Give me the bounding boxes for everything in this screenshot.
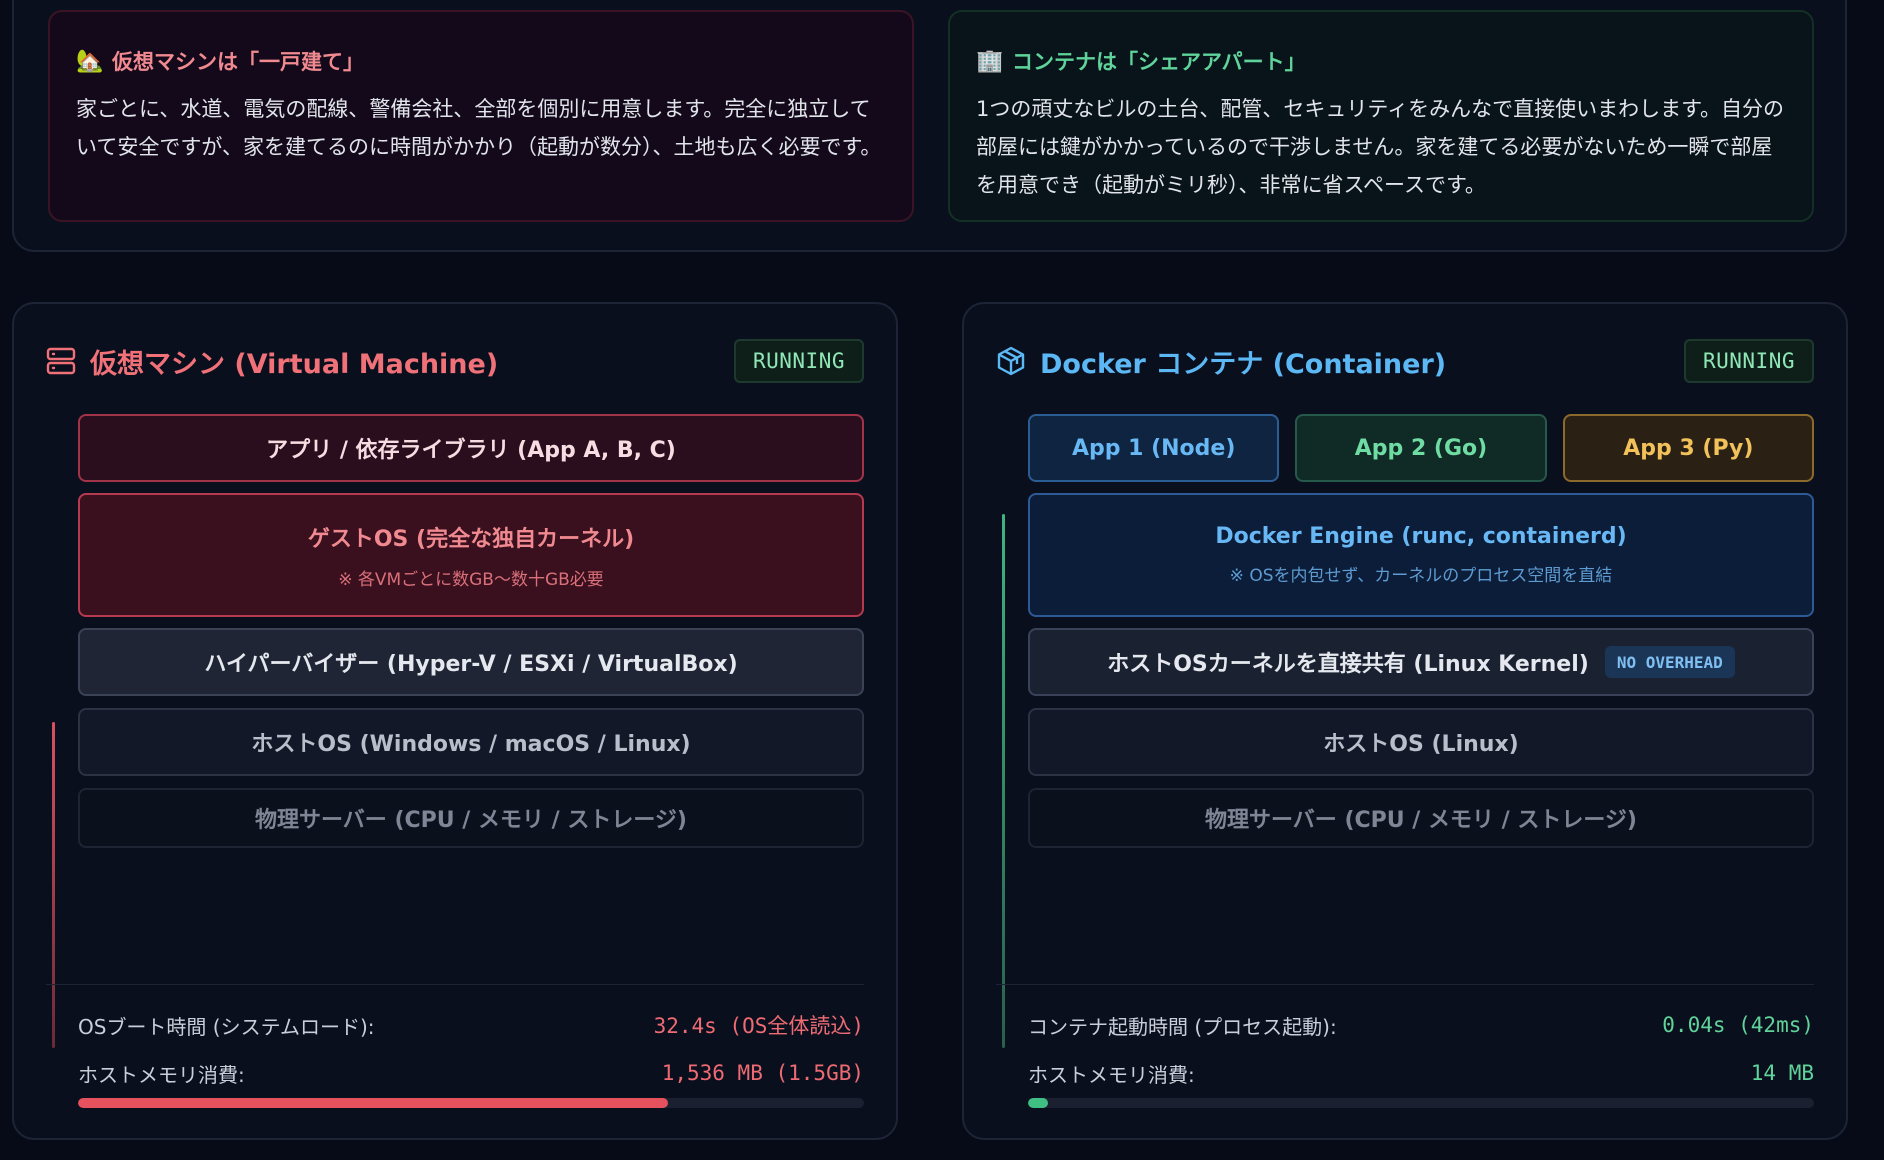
- analogy-container-card: 🏢 コンテナは「シェアアパート」 1つの頑丈なビルの土台、配管、セキュリティをみ…: [948, 10, 1814, 222]
- analogy-container-title: コンテナは「シェアアパート」: [1012, 50, 1306, 74]
- house-icon: 🏡: [76, 48, 104, 74]
- container-app-node: App 1 (Node): [1028, 414, 1280, 482]
- vm-status-badge: RUNNING: [733, 339, 864, 383]
- container-memory-value: 14 MB: [1750, 1061, 1814, 1085]
- container-layer-kernel-label: ホストOSカーネルを直接共有 (Linux Kernel): [1107, 652, 1589, 677]
- vm-memory-value: 1,536 MB (1.5GB): [661, 1061, 864, 1085]
- container-layer-engine: Docker Engine (runc, containerd) ※ OSを内包…: [1028, 493, 1814, 617]
- container-layer-engine-note: ※ OSを内包せず、カーネルのプロセス空間を直結: [1229, 566, 1613, 586]
- container-app-py: App 3 (Py): [1562, 414, 1814, 482]
- vm-layer-guest-os: ゲストOS (完全な独自カーネル) ※ 各VMごとに数GB〜数十GB必要: [78, 493, 864, 617]
- vm-boot-metric: OSブート時間 (システムロード): 32.4s (OS全体読込): [78, 1008, 864, 1042]
- no-overhead-badge: NO OVERHEAD: [1604, 646, 1735, 678]
- container-status-badge: RUNNING: [1683, 339, 1814, 383]
- vm-memory-label: ホストメモリ消費:: [78, 1062, 245, 1087]
- vm-memory-bar-fill: [78, 1098, 668, 1108]
- container-layer-physical: 物理サーバー (CPU / メモリ / ストレージ): [1028, 788, 1814, 848]
- vm-boot-value: 32.4s (OS全体読込): [653, 1014, 864, 1038]
- server-icon: [44, 344, 78, 378]
- cube-icon: [994, 344, 1028, 378]
- vm-boot-label: OSブート時間 (システムロード):: [78, 1014, 375, 1039]
- vm-layer-guest-os-label: ゲストOS (完全な独自カーネル): [307, 526, 635, 552]
- vm-memory-metric: ホストメモリ消費: 1,536 MB (1.5GB): [78, 1056, 864, 1090]
- container-layer-engine-label: Docker Engine (runc, containerd): [1215, 524, 1627, 549]
- vm-layer-guest-os-note: ※ 各VMごとに数GB〜数十GB必要: [338, 569, 604, 590]
- vm-memory-bar: [78, 1098, 864, 1108]
- vm-panel-title: 仮想マシン (Virtual Machine): [90, 348, 499, 380]
- vm-layer-physical: 物理サーバー (CPU / メモリ / ストレージ): [78, 788, 864, 848]
- container-panel: Docker コンテナ (Container) RUNNING App 1 (N…: [962, 302, 1848, 1140]
- container-accent-line: [1002, 514, 1005, 1048]
- container-memory-bar-fill: [1028, 1098, 1048, 1108]
- vm-layer-app: アプリ / 依存ライブラリ (App A, B, C): [78, 414, 864, 482]
- analogy-vm-title: 仮想マシンは「一戸建て」: [112, 50, 364, 74]
- vm-panel: 仮想マシン (Virtual Machine) RUNNING アプリ / 依存…: [12, 302, 898, 1140]
- analogy-container-text: 1つの頑丈なビルの土台、配管、セキュリティをみんなで直接使いまわします。自分の部…: [976, 97, 1784, 197]
- container-layer-kernel: ホストOSカーネルを直接共有 (Linux Kernel) NO OVERHEA…: [1028, 628, 1814, 696]
- analogy-container-heading: 🏢 コンテナは「シェアアパート」: [976, 46, 1786, 76]
- analogy-section: 🏡 仮想マシンは「一戸建て」 家ごとに、水道、電気の配線、警備会社、全部を個別に…: [12, 0, 1847, 252]
- vm-layer-hypervisor-label: ハイパーバイザー (Hyper-V / ESXi / VirtualBox): [204, 652, 738, 677]
- container-panel-header: Docker コンテナ (Container) RUNNING: [994, 338, 1814, 384]
- container-apps-row: App 1 (Node) App 2 (Go) App 3 (Py): [1028, 414, 1814, 482]
- container-layer-host-os: ホストOS (Linux): [1028, 708, 1814, 776]
- container-layer-host-os-label: ホストOS (Linux): [1323, 732, 1519, 757]
- container-memory-metric: ホストメモリ消費: 14 MB: [1028, 1056, 1814, 1090]
- container-metrics-divider: [996, 984, 1814, 985]
- container-boot-metric: コンテナ起動時間 (プロセス起動): 0.04s (42ms): [1028, 1008, 1814, 1042]
- vm-layer-host-os: ホストOS (Windows / macOS / Linux): [78, 708, 864, 776]
- vm-layer-hypervisor: ハイパーバイザー (Hyper-V / ESXi / VirtualBox): [78, 628, 864, 696]
- container-boot-value: 0.04s (42ms): [1662, 1013, 1814, 1037]
- vm-metrics-divider: [46, 984, 864, 985]
- container-memory-label: ホストメモリ消費:: [1028, 1062, 1195, 1087]
- container-layer-physical-label: 物理サーバー (CPU / メモリ / ストレージ): [1205, 808, 1637, 833]
- vm-layer-host-os-label: ホストOS (Windows / macOS / Linux): [251, 732, 691, 757]
- vm-panel-header: 仮想マシン (Virtual Machine) RUNNING: [44, 338, 864, 384]
- vm-accent-line: [52, 722, 55, 1048]
- analogy-vm-card: 🏡 仮想マシンは「一戸建て」 家ごとに、水道、電気の配線、警備会社、全部を個別に…: [48, 10, 914, 222]
- vm-layer-app-label: アプリ / 依存ライブラリ (App A, B, C): [266, 438, 676, 463]
- container-memory-bar: [1028, 1098, 1814, 1108]
- analogy-vm-text: 家ごとに、水道、電気の配線、警備会社、全部を個別に用意します。完全に独立していて…: [76, 97, 882, 159]
- container-boot-label: コンテナ起動時間 (プロセス起動):: [1028, 1014, 1337, 1039]
- container-panel-title: Docker コンテナ (Container): [1040, 348, 1447, 380]
- container-app-go: App 2 (Go): [1295, 414, 1547, 482]
- vm-layer-physical-label: 物理サーバー (CPU / メモリ / ストレージ): [255, 808, 687, 833]
- analogy-vm-heading: 🏡 仮想マシンは「一戸建て」: [76, 46, 886, 76]
- office-building-icon: 🏢: [976, 48, 1004, 74]
